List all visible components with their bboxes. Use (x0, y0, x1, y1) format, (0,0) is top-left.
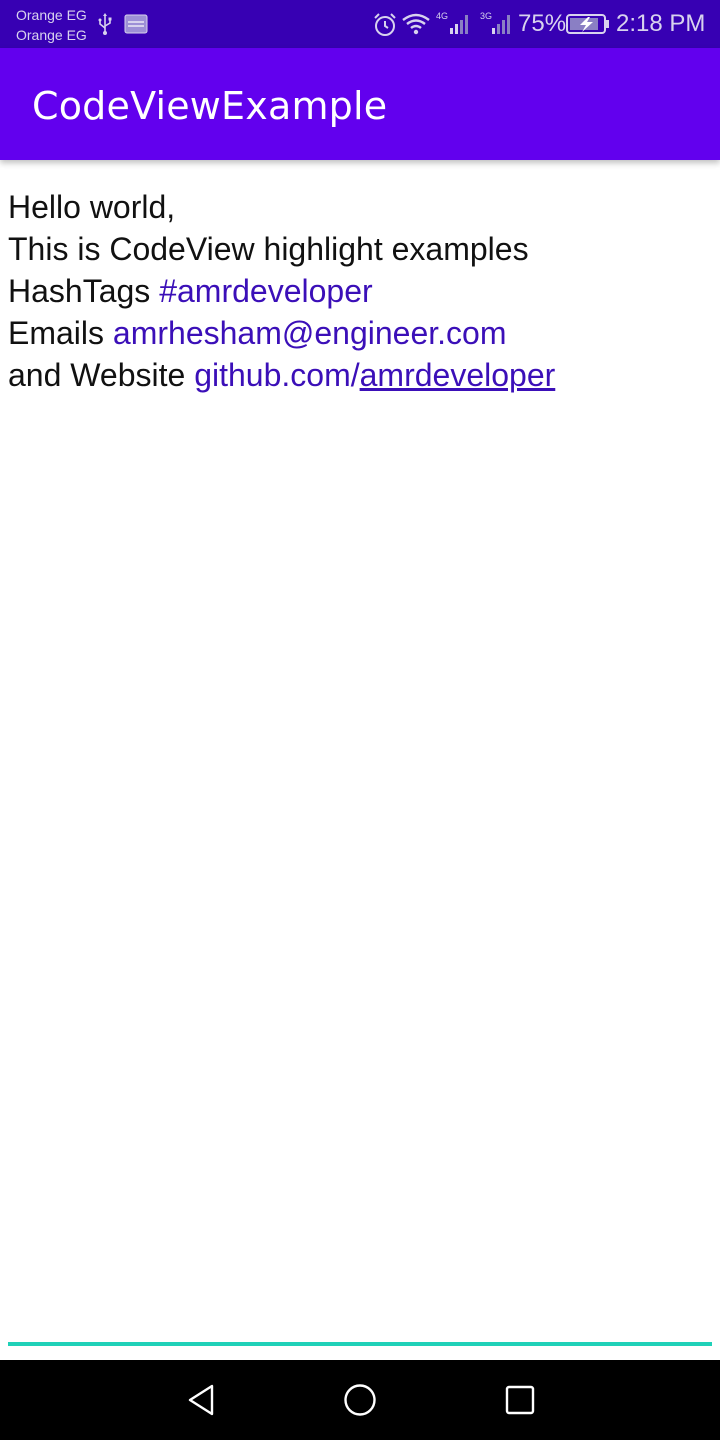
carrier-labels: Orange EG Orange EG (16, 5, 87, 45)
code-view-text[interactable]: Hello world, This is CodeView highlight … (8, 186, 712, 396)
battery-charging-icon (566, 14, 609, 34)
sim-card-icon (124, 14, 148, 34)
app-bar: CodeViewExample (0, 48, 720, 160)
website-link-path[interactable]: amrdeveloper (360, 357, 556, 393)
email-link[interactable]: amrhesham@engineer.com (113, 315, 507, 351)
carrier-1: Orange EG (16, 7, 87, 23)
network-type-1: 4G (436, 11, 448, 21)
wifi-icon (402, 13, 430, 35)
text-line: Hello world, (8, 186, 712, 228)
signal-icon: 3G (480, 11, 510, 34)
signal-icon: 4G (436, 11, 468, 34)
status-bar: Orange EG Orange EG 4G 3G 75% 2:18 PM (0, 0, 720, 48)
text-line: and Website github.com/amrdeveloper (8, 354, 712, 396)
battery-percent: 75% (518, 10, 567, 37)
carrier-2: Orange EG (16, 27, 87, 43)
website-label: and Website (8, 357, 195, 393)
hashtag-link[interactable]: #amrdeveloper (159, 273, 372, 309)
hashtags-label: HashTags (8, 273, 160, 309)
clock: 2:18 PM (616, 10, 706, 37)
navigation-bar (0, 1360, 720, 1440)
home-icon[interactable] (340, 1380, 380, 1420)
back-icon[interactable] (182, 1380, 222, 1420)
greeting-text: Hello world, (8, 189, 176, 225)
text-line: HashTags #amrdeveloper (8, 270, 712, 312)
app-title: CodeViewExample (32, 84, 388, 128)
emails-label: Emails (8, 315, 113, 351)
alarm-icon (374, 13, 396, 36)
text-line: Emails amrhesham@engineer.com (8, 312, 712, 354)
edit-text-underline (8, 1342, 712, 1346)
website-link-domain[interactable]: github.com/ (194, 357, 359, 393)
recents-icon[interactable] (500, 1380, 540, 1420)
description-text: This is CodeView highlight examples (8, 231, 529, 267)
network-type-2: 3G (480, 11, 492, 21)
text-line: This is CodeView highlight examples (8, 228, 712, 270)
usb-icon (98, 13, 112, 35)
